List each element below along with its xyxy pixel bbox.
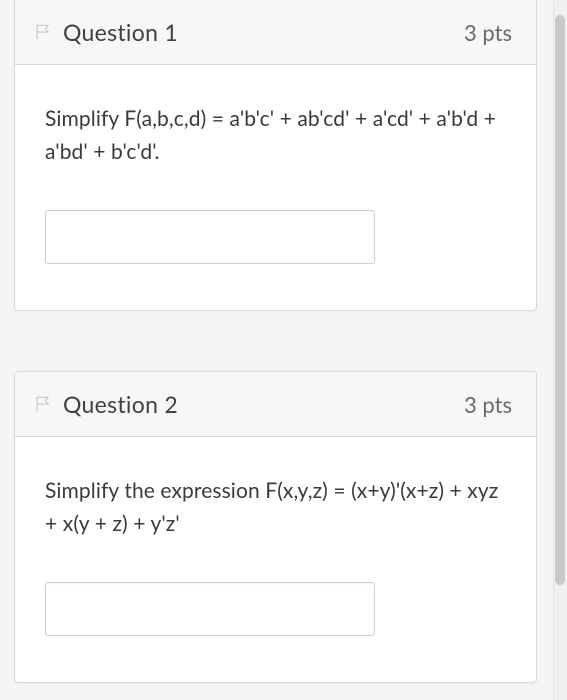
answer-input[interactable]: [45, 210, 375, 264]
content-area: Question 1 3 pts Simplify F(a,b,c,d) = a…: [0, 0, 567, 700]
question-title: Question 2: [63, 390, 178, 418]
question-card-1: Question 1 3 pts Simplify F(a,b,c,d) = a…: [14, 0, 537, 311]
question-title-wrap: Question 2: [33, 390, 178, 418]
scrollbar-thumb[interactable]: [555, 15, 565, 585]
question-text: Simplify the expression F(x,y,z) = (x+y)…: [45, 475, 506, 540]
points-label: 3 pts: [464, 391, 512, 418]
flag-icon[interactable]: [33, 22, 53, 42]
question-body: Simplify the expression F(x,y,z) = (x+y)…: [15, 437, 536, 682]
question-header: Question 2 3 pts: [15, 372, 536, 437]
question-body: Simplify F(a,b,c,d) = a'b'c' + ab'cd' + …: [15, 65, 536, 310]
flag-icon[interactable]: [33, 394, 53, 414]
question-title-wrap: Question 1: [33, 18, 178, 46]
scrollbar-track[interactable]: [553, 0, 567, 700]
question-title: Question 1: [63, 18, 178, 46]
question-card-2: Question 2 3 pts Simplify the expression…: [14, 371, 537, 683]
question-header: Question 1 3 pts: [15, 0, 536, 65]
answer-input[interactable]: [45, 582, 375, 636]
points-label: 3 pts: [464, 19, 512, 46]
question-text: Simplify F(a,b,c,d) = a'b'c' + ab'cd' + …: [45, 103, 506, 168]
